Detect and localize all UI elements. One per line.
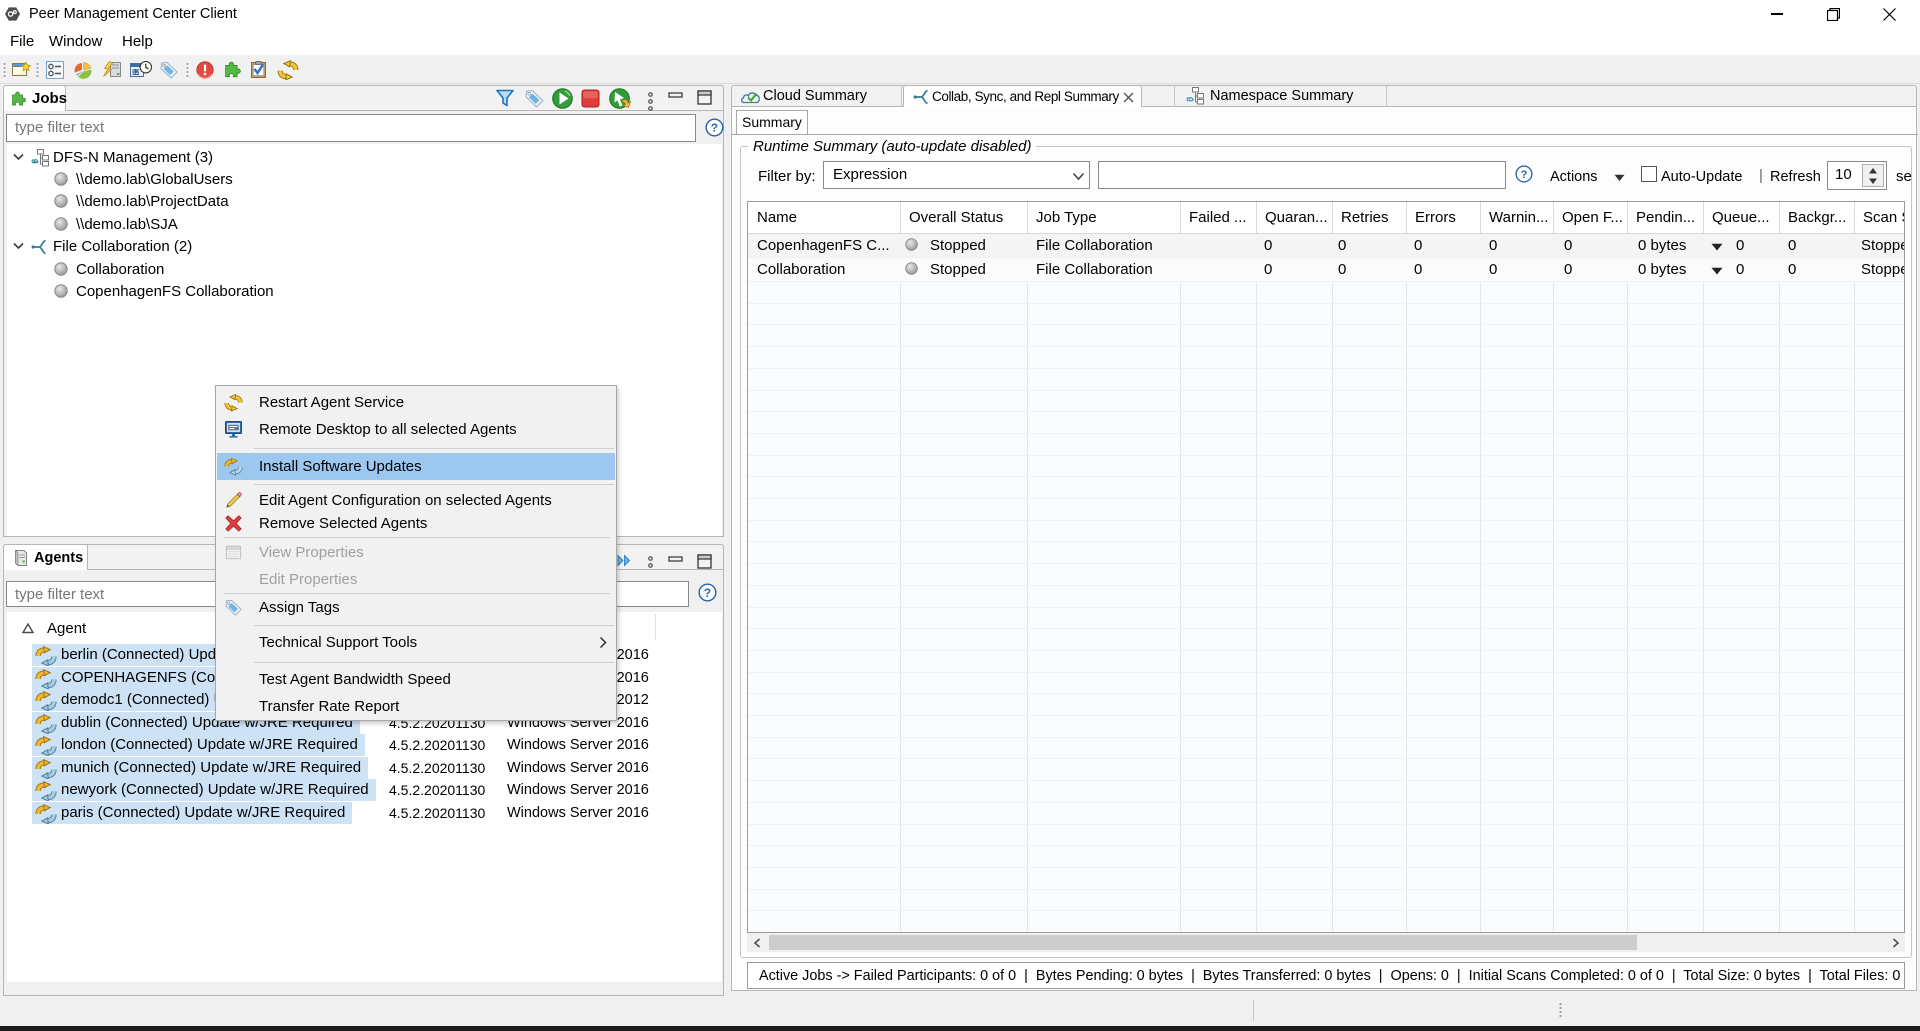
svg-text:?: ? (704, 587, 711, 600)
svg-text:12: 12 (132, 69, 140, 76)
svg-text:?: ? (711, 122, 718, 135)
svg-text:?: ? (1521, 169, 1528, 181)
